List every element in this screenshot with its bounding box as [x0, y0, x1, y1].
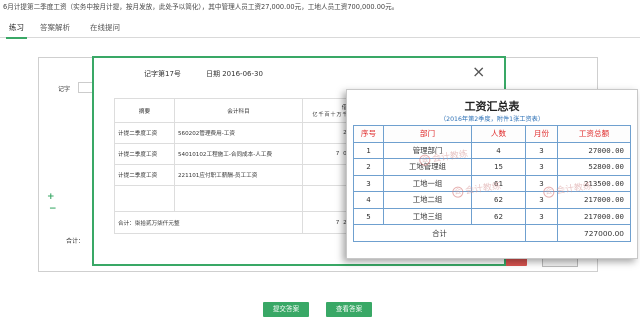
background-total-label: 合计：	[66, 238, 85, 245]
salary-cell: 27000.00	[557, 141, 631, 159]
voucher-header-row: 摘要 会计科目 借方 亿千百十万千	[114, 98, 359, 123]
salary-cell: 15	[471, 158, 526, 176]
salary-cell: 3	[525, 141, 558, 159]
voucher-row: 计提二季度工资 54010102工程施工-合同成本-人工费 7 0 0	[114, 143, 359, 165]
salary-cell: 3	[353, 174, 384, 192]
salary-row: 1 管理部门 4 3 27000.00	[353, 141, 631, 159]
voucher-total-row: 合计：柒拾贰万柒仟元整 7 2 7	[114, 211, 359, 234]
salary-total-empty	[525, 224, 558, 242]
salary-total-value: 727000.00	[557, 224, 631, 242]
salary-header-row: 序号 部门 人数 月份 工资总额	[353, 125, 631, 143]
salary-cell: 52800.00	[557, 158, 631, 176]
salary-subtitle: （2016年第2季度，附件1张工资表）	[439, 116, 545, 123]
voucher-row-summary: 计提二季度工资	[114, 143, 175, 165]
tab-answer-analysis[interactable]: 答案解析	[40, 22, 70, 33]
salary-cell: 3	[525, 158, 558, 176]
voucher-date: 日期 2016-06-30	[206, 70, 263, 78]
background-red-button[interactable]	[505, 258, 527, 266]
voucher-empty-cell	[174, 185, 303, 212]
tab-bar: 练习 答案解析 在线提问	[0, 18, 640, 39]
background-voucher-label: 记字	[58, 86, 71, 93]
voucher-total-label: 合计：柒拾贰万柒仟元整	[114, 211, 303, 234]
view-answer-button[interactable]: 查看答案	[326, 302, 372, 317]
voucher-table: 摘要 会计科目 借方 亿千百十万千 计提二季度工资 560202管理费用-工资 …	[114, 98, 359, 234]
salary-cell: 4	[471, 141, 526, 159]
close-icon[interactable]: ×	[472, 64, 485, 80]
salary-row: 5 工地三组 62 3 217000.00	[353, 207, 631, 225]
salary-title: 工资汇总表	[464, 100, 520, 113]
tab-practice[interactable]: 练习	[6, 22, 27, 39]
question-text: 6月计提第二季度工资（实务中按月计提，按月发放，此处予以简化），其中管理人员工资…	[3, 3, 399, 11]
salary-cell: 217000.00	[557, 207, 631, 225]
voucher-number: 记字第17号	[144, 70, 181, 78]
salary-col-department: 部门	[383, 125, 472, 143]
tab-online-question[interactable]: 在线提问	[90, 22, 120, 33]
salary-col-months: 月份	[525, 125, 558, 143]
salary-cell: 5	[353, 207, 384, 225]
voucher-row-summary: 计提二季度工资	[114, 122, 175, 144]
salary-cell: 2	[353, 158, 384, 176]
voucher-row-account: 54010102工程施工-合同成本-人工费	[174, 143, 303, 165]
voucher-row: 计提二季度工资 221101应付职工薪酬-员工工资	[114, 164, 359, 186]
salary-cell: 1	[353, 141, 384, 159]
remove-row-icon[interactable]: −	[49, 204, 57, 214]
salary-cell: 3	[525, 207, 558, 225]
voucher-row-summary: 计提二季度工资	[114, 164, 175, 186]
salary-col-total: 工资总额	[557, 125, 631, 143]
submit-answer-button[interactable]: 提交答案	[263, 302, 309, 317]
voucher-header-summary: 摘要	[114, 98, 175, 123]
salary-summary-popup: 工资汇总表 （2016年第2季度，附件1张工资表） 序号 部门 人数 月份 工资…	[346, 89, 638, 259]
voucher-header-account: 会计科目	[174, 98, 303, 123]
salary-col-headcount: 人数	[471, 125, 526, 143]
voucher-empty-cell	[114, 185, 175, 212]
salary-row: 4 工地二组 62 3 217000.00	[353, 191, 631, 209]
salary-cell: 工地三组	[383, 207, 472, 225]
voucher-row-account: 560202管理费用-工资	[174, 122, 303, 144]
salary-col-index: 序号	[353, 125, 384, 143]
voucher-row-empty	[114, 185, 359, 212]
salary-row: 2 工地管理组 15 3 52800.00	[353, 158, 631, 176]
salary-total-row: 合计 727000.00	[353, 224, 631, 242]
salary-total-label: 合计	[353, 224, 526, 242]
add-row-icon[interactable]: +	[47, 192, 55, 202]
voucher-row-account: 221101应付职工薪酬-员工工资	[174, 164, 303, 186]
salary-cell: 62	[471, 207, 526, 225]
salary-cell: 4	[353, 191, 384, 209]
voucher-row: 计提二季度工资 560202管理费用-工资 2 7	[114, 122, 359, 144]
